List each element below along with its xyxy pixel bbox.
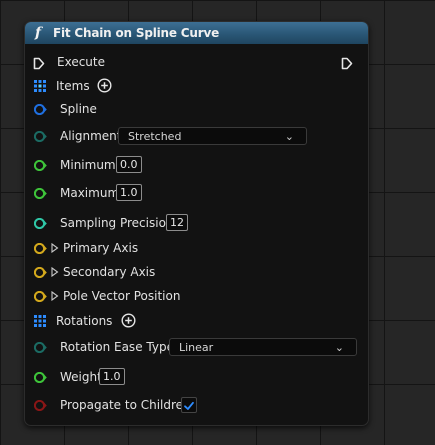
propagate-to-children-label: Propagate to Children: [60, 398, 191, 412]
exec-in-pin-icon[interactable]: [33, 57, 45, 70]
spline-label: Spline: [60, 102, 97, 116]
rotation-ease-type-row: Rotation Ease Type Linear ⌄: [25, 336, 368, 358]
alignment-row: Alignment Stretched ⌄: [25, 125, 368, 147]
weight-input[interactable]: 1.0: [99, 368, 125, 385]
chevron-down-icon: ⌄: [334, 341, 344, 354]
collection-pin-icon[interactable]: [34, 80, 46, 92]
rotation-ease-type-label: Rotation Ease Type: [60, 340, 174, 354]
spline-row: Spline: [25, 98, 368, 120]
add-item-button[interactable]: [97, 78, 112, 93]
pole-vector-position-label: Pole Vector Position: [63, 289, 181, 303]
expand-triangle-icon[interactable]: [51, 243, 59, 254]
rotations-label: Rotations: [56, 314, 113, 328]
minimum-pin-icon[interactable]: [34, 160, 47, 171]
exec-out-pin-icon[interactable]: [341, 57, 353, 70]
rotations-row: Rotations: [25, 310, 368, 332]
minimum-label: Minimum: [60, 158, 116, 172]
minimum-input[interactable]: 0.0: [116, 156, 142, 173]
alignment-value: Stretched: [128, 130, 182, 143]
spline-pin-icon[interactable]: [34, 104, 47, 115]
primary-axis-label: Primary Axis: [63, 241, 139, 255]
maximum-label: Maximum: [60, 186, 120, 200]
sampling-precision-label: Sampling Precision: [60, 216, 174, 230]
execute-label: Execute: [57, 55, 105, 69]
items-row: Items: [25, 75, 368, 97]
secondary-axis-row: Secondary Axis: [25, 261, 368, 283]
node-title: Fit Chain on Spline Curve: [53, 26, 220, 40]
add-rotation-button[interactable]: [121, 313, 136, 328]
sampling-precision-input[interactable]: 12: [166, 214, 188, 231]
alignment-dropdown[interactable]: Stretched ⌄: [118, 127, 307, 145]
sampling-precision-row: Sampling Precision 12: [25, 212, 368, 234]
rotation-ease-type-dropdown[interactable]: Linear ⌄: [169, 338, 357, 356]
expand-triangle-icon[interactable]: [51, 291, 59, 302]
maximum-row: Maximum 1.0: [25, 182, 368, 204]
pole-vector-position-pin-icon[interactable]: [34, 291, 47, 302]
collection-pin-icon[interactable]: [34, 315, 46, 327]
secondary-axis-pin-icon[interactable]: [34, 267, 47, 278]
node-header[interactable]: f Fit Chain on Spline Curve: [25, 22, 368, 44]
chevron-down-icon: ⌄: [284, 130, 294, 143]
rotation-ease-type-pin-icon[interactable]: [34, 342, 47, 353]
function-icon: f: [35, 25, 42, 41]
alignment-pin-icon[interactable]: [34, 131, 47, 142]
weight-pin-icon[interactable]: [34, 372, 47, 383]
sampling-precision-pin-icon[interactable]: [34, 218, 47, 229]
alignment-label: Alignment: [60, 129, 122, 143]
propagate-to-children-row: Propagate to Children: [25, 394, 368, 416]
secondary-axis-label: Secondary Axis: [63, 265, 156, 279]
expand-triangle-icon[interactable]: [51, 267, 59, 278]
execute-row: Execute: [25, 51, 368, 73]
primary-axis-pin-icon[interactable]: [34, 243, 47, 254]
weight-row: Weight 1.0: [25, 366, 368, 388]
checkmark-icon: [184, 401, 194, 410]
propagate-checkbox[interactable]: [181, 397, 197, 413]
pole-vector-position-row: Pole Vector Position: [25, 285, 368, 307]
graph-canvas[interactable]: f Fit Chain on Spline Curve Execute Item…: [0, 0, 435, 445]
rotation-ease-type-value: Linear: [179, 341, 214, 354]
items-label: Items: [56, 79, 90, 93]
maximum-pin-icon[interactable]: [34, 188, 47, 199]
fit-chain-node[interactable]: f Fit Chain on Spline Curve Execute Item…: [24, 21, 369, 426]
minimum-row: Minimum 0.0: [25, 154, 368, 176]
maximum-input[interactable]: 1.0: [116, 184, 142, 201]
propagate-pin-icon[interactable]: [34, 400, 47, 411]
weight-label: Weight: [60, 370, 102, 384]
primary-axis-row: Primary Axis: [25, 237, 368, 259]
